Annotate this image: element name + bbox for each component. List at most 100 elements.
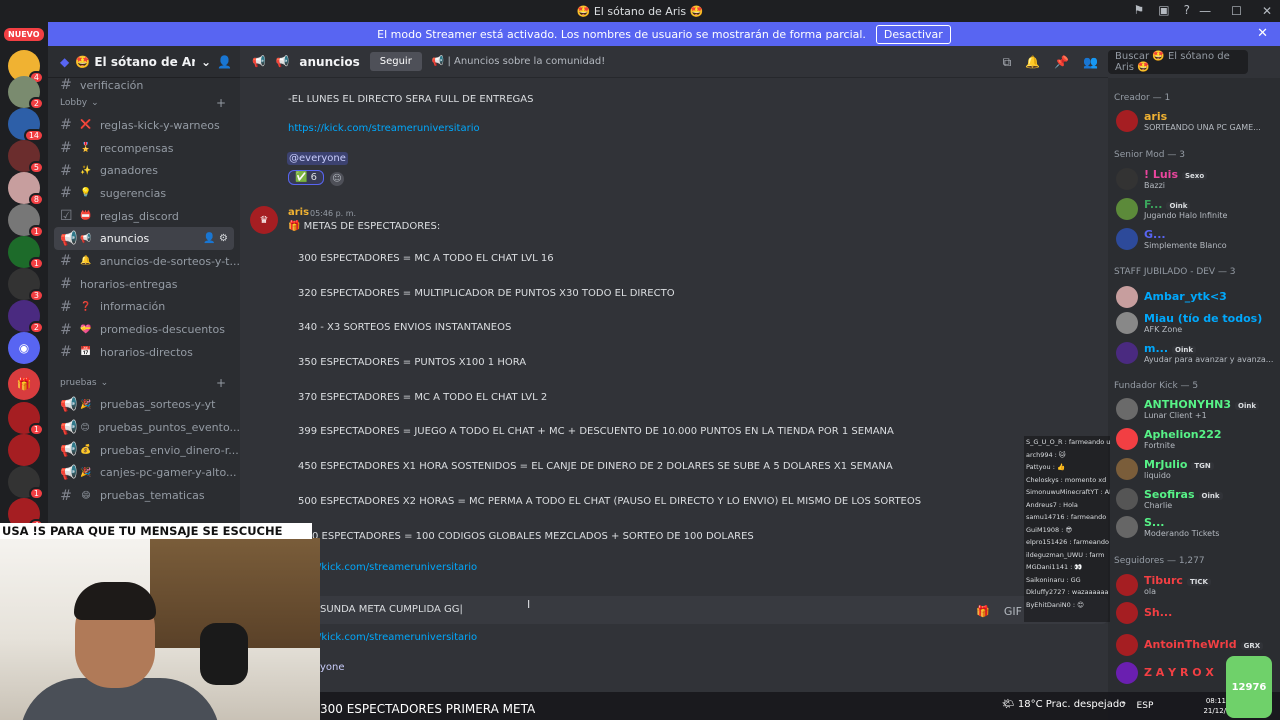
language-indicator[interactable]: ESP: [1137, 701, 1154, 711]
input-icons: 🎁 GIF: [976, 605, 1022, 618]
threads-icon[interactable]: ⧉: [1003, 55, 1012, 70]
mention-badge: 1: [28, 487, 44, 500]
category-lobby[interactable]: Lobby ⌄ +: [48, 92, 240, 114]
close-window-icon[interactable]: ✕: [1262, 4, 1272, 18]
chat-message: Dkluffy2727 : wazaaaaaa: [1026, 588, 1109, 596]
weather-widget[interactable]: 🌤 18°C Prac. despejado: [1002, 699, 1125, 710]
maximize-icon[interactable]: ☐: [1231, 4, 1242, 18]
member-item[interactable]: S... Moderando Tickets: [1114, 514, 1280, 542]
member-item[interactable]: Seofiras Oink Charlie: [1114, 486, 1280, 514]
channel-item[interactable]: # 🎖️ recompensas: [48, 137, 240, 160]
member-status: Lunar Client +1: [1144, 411, 1207, 420]
channel-item[interactable]: 📢 💰 pruebas_envio_dinero-r...: [48, 439, 240, 462]
role-category: Senior Mod — 3: [1114, 150, 1185, 160]
megaphone-icon: 📢: [60, 396, 78, 413]
message-input[interactable]: SUNDA META CUMPLIDA GG|: [320, 604, 463, 615]
pin-icon[interactable]: 📌: [1054, 55, 1069, 70]
follow-button[interactable]: Seguir: [369, 52, 422, 71]
member-item[interactable]: ! Luis Sexo Bazzi: [1114, 166, 1280, 194]
member-status: liquido: [1144, 471, 1171, 480]
channel-item[interactable]: # 😄 pruebas_tematicas: [48, 484, 240, 507]
member-name-text: F...: [1144, 198, 1163, 211]
everyone-mention[interactable]: @everyone: [287, 152, 348, 165]
channel-emoji: 💡: [80, 188, 92, 199]
channel-item[interactable]: 📢 🎉 pruebas_sorteos-y-yt: [48, 394, 240, 417]
server-icon[interactable]: 1: [8, 204, 44, 238]
member-item[interactable]: Miau (tío de todos) AFK Zone: [1114, 310, 1280, 338]
member-item[interactable]: Tiburc TICK ola: [1114, 572, 1280, 600]
server-icon[interactable]: 3: [8, 268, 44, 302]
channel-item[interactable]: # ❌ reglas-kick-y-warneos: [48, 114, 240, 137]
hash-icon: #: [60, 321, 72, 338]
channel-item[interactable]: ☑ 📛 reglas_discord: [48, 205, 240, 228]
add-channel-icon[interactable]: +: [216, 96, 226, 110]
gift-icon[interactable]: 🎁: [8, 368, 40, 400]
disable-streamer-button[interactable]: Desactivar: [875, 24, 951, 44]
channel-item[interactable]: # ✨ ganadores: [48, 159, 240, 182]
server-icon[interactable]: 1: [8, 402, 44, 436]
channel-item[interactable]: 📢 🎉 canjes-pc-gamer-y-alto...: [48, 462, 240, 485]
server-icon[interactable]: 14: [8, 108, 44, 142]
member-item[interactable]: Aphelion222 Fortnite: [1114, 426, 1280, 454]
server-icon[interactable]: 2: [8, 300, 44, 334]
role-tag: Oink: [1198, 492, 1223, 500]
hash-icon: #: [60, 253, 72, 270]
help-icon[interactable]: ?: [1184, 3, 1190, 17]
inbox-icon[interactable]: ⚑: [1134, 3, 1145, 17]
server-icon-active[interactable]: [8, 434, 40, 466]
channel-item[interactable]: # verificación: [48, 78, 240, 92]
channel-item[interactable]: # 💡 sugerencias: [48, 182, 240, 205]
server-icon[interactable]: 2: [8, 76, 44, 110]
channel-settings-icon[interactable]: 👤 ⚙: [203, 233, 228, 244]
avatar[interactable]: ♛: [250, 206, 278, 234]
add-member-icon[interactable]: 👤: [217, 55, 232, 69]
server-icon[interactable]: 5: [8, 140, 44, 174]
channel-item[interactable]: 📢 😊 pruebas_puntos_evento...: [48, 416, 240, 439]
server-icon[interactable]: 1: [8, 236, 44, 270]
message-link[interactable]: /kick.com/streameruniversitario: [318, 632, 477, 643]
message-input-row[interactable]: SUNDA META CUMPLIDA GG| 🎁 GIF: [240, 596, 1108, 624]
member-item[interactable]: F... Oink Jugando Halo Infinite: [1114, 196, 1280, 224]
channel-item[interactable]: # 💝 promedios-descuentos: [48, 318, 240, 341]
discord-logo-icon[interactable]: ◉: [8, 332, 40, 364]
reaction-button[interactable]: ✅ 6: [288, 170, 324, 185]
server-header[interactable]: ◆ 🤩 El sótano de Aris ... ⌄ 👤: [48, 46, 240, 78]
member-item[interactable]: aris SORTEANDO UNA PC GAME...: [1114, 108, 1280, 136]
close-banner-icon[interactable]: ✕: [1257, 26, 1268, 41]
member-item[interactable]: ANTHONYHN3 Oink Lunar Client +1: [1114, 396, 1280, 424]
chevron-down-icon[interactable]: ⌄: [201, 55, 211, 69]
members-icon[interactable]: 👥: [1083, 55, 1098, 70]
member-item[interactable]: G... Simplemente Blanco: [1114, 226, 1280, 254]
category-pruebas[interactable]: pruebas ⌄ +: [48, 372, 240, 394]
goal-line: 300 ESPECTADORES = MC A TODO EL CHAT LVL…: [298, 253, 554, 264]
hash-icon: #: [60, 276, 72, 293]
channel-item[interactable]: # 📅 horarios-directos: [48, 341, 240, 364]
message-link[interactable]: /kick.com/streameruniversitario: [318, 562, 477, 573]
message-author[interactable]: aris: [288, 207, 309, 218]
channel-label: ganadores: [100, 164, 158, 178]
message-link[interactable]: https://kick.com/streameruniversitario: [288, 123, 480, 134]
channel-item[interactable]: # ❓ información: [48, 296, 240, 319]
gif-icon[interactable]: GIF: [1004, 605, 1022, 618]
screen-share-icon[interactable]: ▣: [1158, 3, 1169, 17]
chevron-up-icon[interactable]: ⌃: [1120, 701, 1128, 711]
add-reaction-icon[interactable]: ☺: [330, 172, 344, 186]
member-item[interactable]: MrJulio TGN liquido: [1114, 456, 1280, 484]
search-input[interactable]: Buscar 🤩 El sótano de Aris 🤩: [1108, 50, 1248, 74]
chat-message: Saikoninaru : GG: [1026, 575, 1081, 584]
channel-item-active[interactable]: 📢 📢 anuncios 👤 ⚙: [54, 227, 234, 251]
gift-icon[interactable]: 🎁: [976, 605, 990, 618]
microphone-icon: [200, 623, 248, 685]
bell-icon[interactable]: 🔔: [1025, 55, 1040, 70]
member-item[interactable]: m... Oink Ayudar para avanzar y avanza...: [1114, 340, 1280, 368]
server-icon[interactable]: 8: [8, 172, 44, 206]
minimize-icon[interactable]: —: [1199, 4, 1211, 18]
member-item[interactable]: Ambar_ytk<3: [1114, 284, 1280, 312]
server-icon[interactable]: 1: [8, 466, 44, 500]
clock[interactable]: 08:11 21/12/: [1200, 696, 1226, 716]
channel-item[interactable]: # horarios-entregas: [48, 273, 240, 296]
add-channel-icon[interactable]: +: [216, 376, 226, 390]
mention-badge: 5: [28, 161, 44, 174]
member-item[interactable]: Sh...: [1114, 600, 1280, 628]
channel-item[interactable]: # 🔔 anuncios-de-sorteos-y-t...: [48, 250, 240, 273]
